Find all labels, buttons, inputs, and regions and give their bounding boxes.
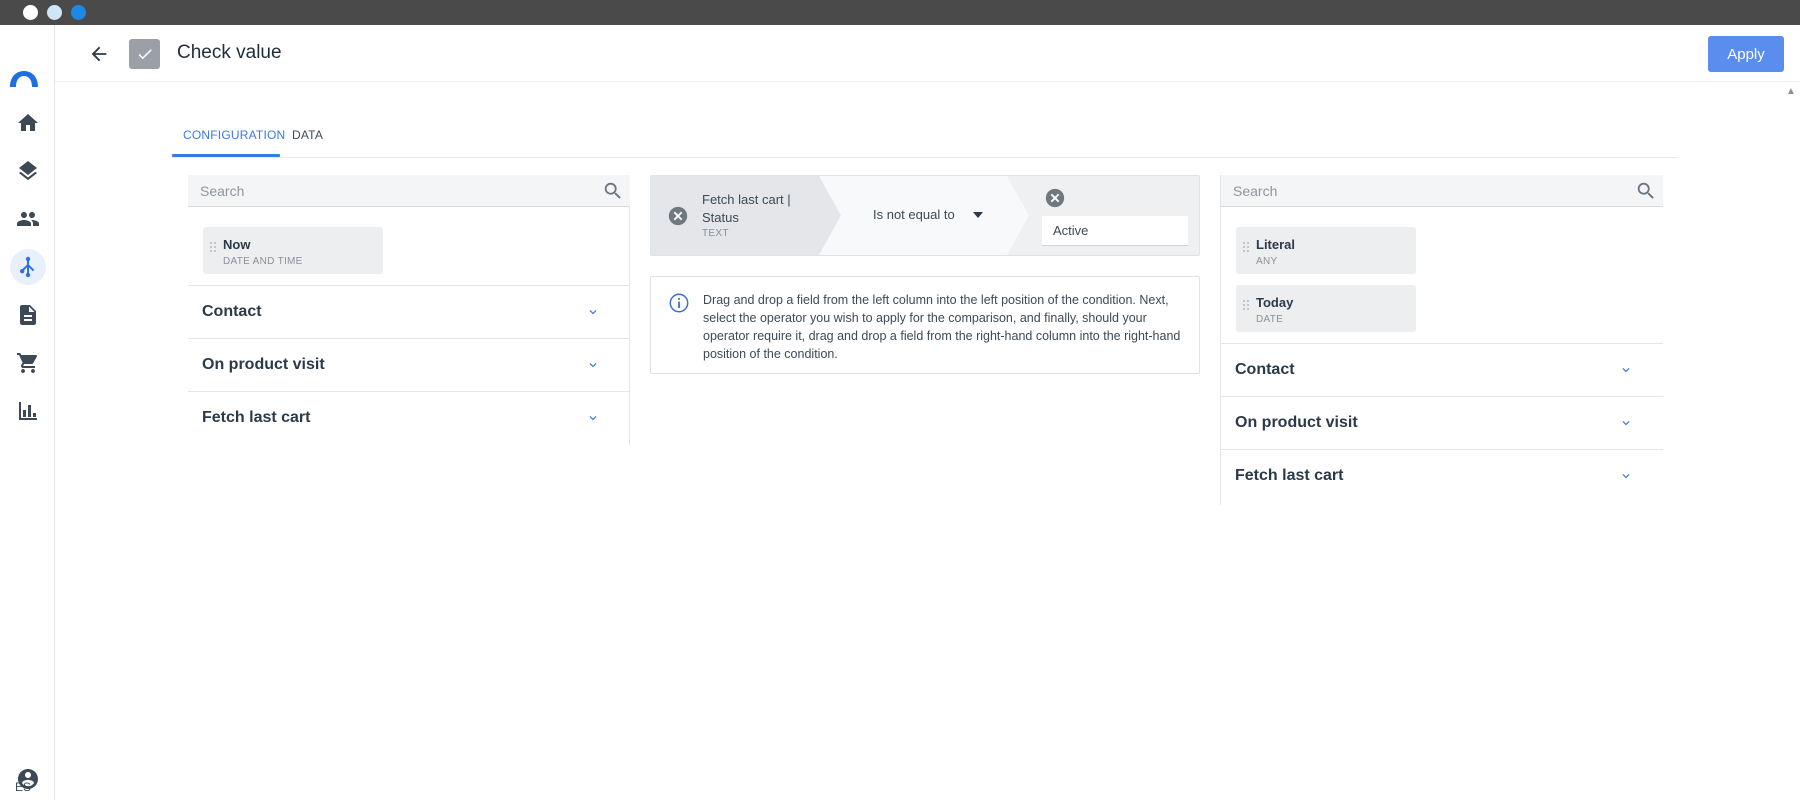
remove-left-field-icon[interactable] [667,205,689,227]
window-titlebar [0,0,1800,25]
people-icon [17,212,39,226]
chip-type: DATE AND TIME [223,256,303,267]
search-icon[interactable] [602,180,624,202]
field-chip-literal[interactable]: Literal ANY [1236,227,1416,274]
chip-type: DATE [1256,314,1284,325]
window-close-dot[interactable] [23,5,38,20]
window-minimize-dot[interactable] [47,5,62,20]
chevron-down-icon[interactable] [586,358,600,372]
chevron-down-icon[interactable] [1619,469,1633,483]
nav-flows[interactable] [10,249,46,285]
instructions-box: Drag and drop a field from the left colu… [650,276,1200,374]
document-icon [20,305,36,325]
window-maximize-dot[interactable] [71,5,86,20]
drag-handle-icon[interactable] [1243,242,1249,258]
info-icon [668,292,690,314]
chevron-down-icon[interactable] [1619,363,1633,377]
drag-handle-icon[interactable] [1243,300,1249,316]
nav-cart[interactable] [10,345,46,381]
back-button[interactable] [85,40,113,68]
right-field-column: Literal ANY Today DATE Contact On produc… [1220,175,1663,505]
drag-handle-icon[interactable] [210,242,216,258]
bar-chart-icon [19,402,37,420]
arrow-back-icon [91,46,107,62]
cart-icon [17,353,38,373]
nav-reports[interactable] [10,393,46,429]
scroll-up-arrow-icon[interactable]: ▲ [1786,86,1796,97]
group-label: Fetch last cart [1235,467,1344,484]
condition-right-value-input[interactable]: Active [1042,216,1188,246]
operator-select[interactable]: Is not equal to [873,207,955,222]
field-group-on-product-visit[interactable]: On product visit [188,338,630,391]
condition-left-type: TEXT [702,228,729,239]
page-header: Check value Apply [55,25,1800,82]
checkmark-icon [138,49,152,60]
flow-icon [20,256,35,278]
group-label: Fetch last cart [202,409,311,426]
field-chip-today[interactable]: Today DATE [1236,285,1416,332]
chip-type: ANY [1256,256,1278,267]
node-type-badge [129,39,160,69]
nav-home[interactable] [10,105,46,141]
home-icon [18,114,38,131]
apply-button[interactable]: Apply [1708,36,1784,72]
chip-name: Literal [1256,237,1296,252]
chevron-down-icon[interactable] [586,305,600,319]
active-tab-indicator [172,154,280,157]
nav-contacts[interactable] [10,201,46,237]
group-label: On product visit [202,356,325,373]
field-group-fetch-last-cart[interactable]: Fetch last cart [188,391,630,444]
tab-bar: CONFIGURATION DATA [172,118,1677,158]
chevron-down-icon[interactable] [586,411,600,425]
search-icon[interactable] [1635,180,1657,202]
chip-name: Today [1256,295,1294,310]
left-nav-rail: ES [0,25,55,800]
tab-configuration[interactable]: CONFIGURATION [183,128,285,142]
page-title: Check value [177,42,282,63]
nav-documents[interactable] [10,297,46,333]
right-search-box [1221,175,1663,207]
group-label: Contact [202,303,262,320]
remove-right-value-icon[interactable] [1044,187,1066,209]
condition-left-field: Fetch last cart | Status [702,192,791,225]
language-indicator[interactable]: ES [0,780,46,794]
left-field-column: Now DATE AND TIME Contact On product vis… [188,175,630,445]
instructions-text: Drag and drop a field from the left colu… [703,293,1181,361]
left-search-box [188,175,630,207]
chip-name: Now [223,237,251,252]
field-group-on-product-visit[interactable]: On product visit [1221,396,1663,449]
tab-data[interactable]: DATA [292,128,323,142]
chevron-down-icon[interactable] [1619,416,1633,430]
left-search-input[interactable] [188,175,588,207]
nav-layers[interactable] [10,153,46,189]
layers-icon [19,161,37,181]
group-label: Contact [1235,361,1295,378]
dropdown-caret-icon[interactable] [973,212,983,218]
condition-builder: Fetch last cart | Status TEXT Is not equ… [650,175,1200,256]
right-search-input[interactable] [1221,175,1621,207]
field-group-contact[interactable]: Contact [1221,343,1663,396]
group-label: On product visit [1235,414,1358,431]
field-group-fetch-last-cart[interactable]: Fetch last cart [1221,449,1663,502]
brand-logo-icon [10,71,38,87]
field-group-contact[interactable]: Contact [188,285,630,338]
field-chip-now[interactable]: Now DATE AND TIME [203,227,383,274]
